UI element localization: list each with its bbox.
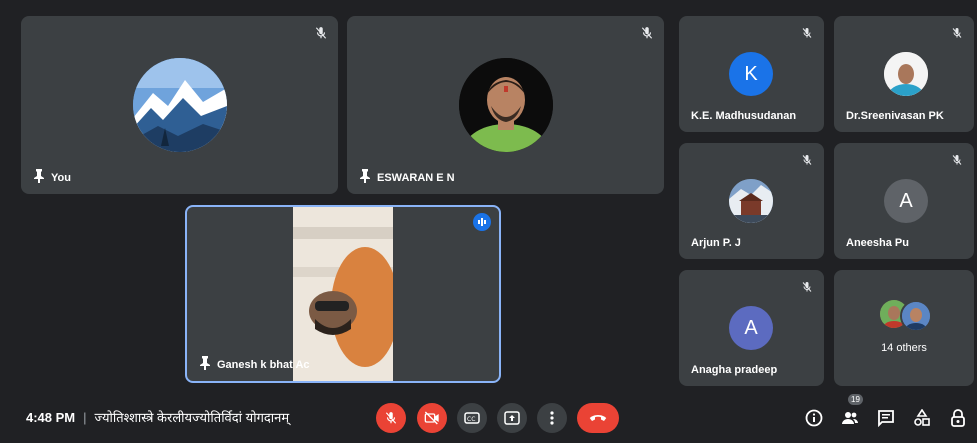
activities-icon: [914, 409, 930, 426]
leave-call-button[interactable]: [577, 403, 619, 433]
participant-tile-anagha[interactable]: A Anagha pradeep: [679, 270, 824, 386]
participant-name-eswaran: ESWARAN E N: [359, 169, 455, 186]
mic-toggle-button[interactable]: [376, 403, 406, 433]
captions-button[interactable]: CC: [457, 403, 487, 433]
participant-tile-aneesha[interactable]: A Aneesha Pu: [834, 143, 974, 259]
participant-name-aneesha: Aneesha Pu: [846, 237, 909, 249]
avatar-eswaran: [459, 58, 553, 152]
participant-name-sreenivasan: Dr.Sreenivasan PK: [846, 110, 944, 122]
more-vert-icon: [550, 411, 554, 425]
avatar-anagha: A: [729, 306, 773, 350]
mic-off-icon: [948, 24, 966, 42]
mic-off-icon: [798, 24, 816, 42]
camera-off-icon: [424, 411, 439, 425]
people-button[interactable]: 19: [838, 394, 863, 430]
meeting-details-button[interactable]: [802, 406, 826, 430]
mic-off-icon: [385, 412, 397, 424]
svg-text:CC: CC: [467, 416, 475, 423]
participant-tile-eswaran[interactable]: ESWARAN E N: [347, 16, 664, 194]
others-count-label: 14 others: [881, 342, 927, 354]
avatar-sreenivasan: [884, 52, 928, 96]
lock-person-icon: [951, 409, 965, 427]
activities-button[interactable]: [910, 406, 934, 430]
participant-name-ganesh: Ganesh k bhat Ac: [199, 356, 310, 373]
participant-tile-sreenivasan[interactable]: Dr.Sreenivasan PK: [834, 16, 974, 132]
pin-icon[interactable]: [199, 356, 211, 373]
meeting-title: ज्योतिश्शास्त्रे केरलीयज्योतिर्विदां योग…: [94, 410, 290, 425]
info-icon: [805, 409, 823, 427]
participant-name-anagha: Anagha pradeep: [691, 364, 778, 376]
present-icon: [504, 411, 520, 425]
participant-tile-others[interactable]: 14 others: [834, 270, 974, 386]
camera-toggle-button[interactable]: [417, 403, 447, 433]
more-options-button[interactable]: [537, 403, 567, 433]
chat-button[interactable]: [874, 406, 898, 430]
pin-icon[interactable]: [33, 169, 45, 186]
avatar-others-2: [900, 300, 932, 332]
participant-name-madhusudanan: K.E. Madhusudanan: [691, 110, 797, 122]
separator: |: [83, 409, 87, 425]
speaking-indicator-icon: [473, 213, 491, 231]
avatar-aneesha: A: [884, 179, 928, 223]
mic-off-icon: [948, 151, 966, 169]
mic-off-icon: [638, 24, 656, 42]
pin-icon[interactable]: [359, 169, 371, 186]
hang-up-icon: [589, 415, 607, 421]
participant-tile-madhusudanan[interactable]: K K.E. Madhusudanan: [679, 16, 824, 132]
avatar-madhusudanan: K: [729, 52, 773, 96]
participant-name-arjun: Arjun P. J: [691, 237, 741, 249]
mic-off-icon: [798, 278, 816, 296]
participant-tile-arjun[interactable]: Arjun P. J: [679, 143, 824, 259]
participant-tile-you[interactable]: You: [21, 16, 338, 194]
host-controls-button[interactable]: [946, 406, 970, 430]
avatar-arjun: [729, 179, 773, 223]
participant-name-you: You: [33, 169, 71, 186]
chat-icon: [878, 410, 894, 427]
people-count-badge: 19: [848, 394, 863, 405]
avatar-you: [133, 58, 227, 152]
meeting-time: 4:48 PM: [26, 409, 76, 425]
mic-off-icon: [312, 24, 330, 42]
participant-tile-ganesh[interactable]: Ganesh k bhat Ac: [185, 205, 501, 383]
people-icon: [842, 412, 858, 424]
mic-off-icon: [798, 151, 816, 169]
present-screen-button[interactable]: [497, 403, 527, 433]
meeting-info: 4:48 PM | ज्योतिश्शास्त्रे केरलीयज्योतिर…: [26, 408, 289, 426]
captions-icon: CC: [464, 412, 480, 424]
